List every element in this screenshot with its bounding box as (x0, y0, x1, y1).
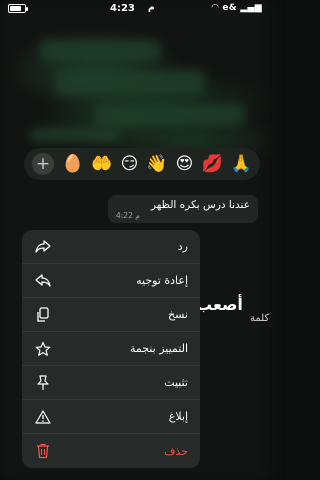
wifi-icon: ◠ (211, 3, 219, 13)
menu-label-report: إبلاغ (168, 410, 188, 423)
menu-item-forward[interactable]: إعادة توجيه (22, 264, 200, 298)
status-period: م (148, 3, 155, 13)
menu-label-star: التمييز بنجمة (129, 342, 188, 355)
menu-label-forward: إعادة توجيه (136, 274, 188, 287)
battery-icon (8, 4, 28, 13)
star-icon (34, 340, 52, 358)
blurred-message (40, 40, 160, 62)
reaction-kiss[interactable]: 💋 (201, 155, 222, 173)
blurred-message (55, 70, 205, 96)
menu-label-pin: تثبيت (164, 376, 188, 389)
menu-item-reply[interactable]: رد (22, 230, 200, 264)
message-bubble: عندنا درس بكره الظهر 4:22 م (108, 195, 258, 223)
menu-item-star[interactable]: التمييز بنجمة (22, 332, 200, 366)
menu-label-reply: رد (177, 240, 188, 253)
menu-item-delete[interactable]: حذف (22, 434, 200, 468)
message-time: 4:22 م (116, 211, 140, 220)
reaction-hands[interactable]: 🤲 (91, 155, 112, 173)
pin-icon (34, 374, 52, 392)
status-time: 4:23 (110, 3, 135, 14)
reaction-bar: + 🥚 🤲 😏 👋 😍 💋 🙏 (24, 148, 260, 180)
reply-icon (34, 238, 52, 256)
menu-label-copy: نسخ (168, 308, 188, 321)
background-side-word: كلمة (250, 313, 270, 324)
forward-icon (34, 272, 52, 290)
menu-label-delete: حذف (164, 444, 188, 458)
blurred-message (30, 128, 120, 142)
status-right: ◠ e& ▂▄▆ (212, 3, 262, 13)
reaction-smirk[interactable]: 😏 (121, 155, 139, 173)
add-reaction-button[interactable]: + (32, 153, 55, 175)
signal-icon: ▂▄▆ (240, 3, 262, 13)
blurred-message (95, 104, 245, 126)
trash-icon (34, 442, 52, 460)
copy-icon (34, 306, 52, 324)
warning-icon (34, 408, 52, 426)
reaction-heart-eyes[interactable]: 😍 (176, 155, 194, 173)
background-word: أصعب (196, 295, 243, 314)
reaction-egg[interactable]: 🥚 (62, 155, 83, 173)
menu-item-report[interactable]: إبلاغ (22, 400, 200, 434)
reaction-wave[interactable]: 👋 (146, 155, 167, 173)
reaction-pray[interactable]: 🙏 (231, 155, 252, 173)
context-menu: رد إعادة توجيه نسخ التمييز بنجمة تثبيت إ… (22, 230, 200, 468)
message-text: عندنا درس بكره الظهر (150, 199, 250, 211)
menu-item-copy[interactable]: نسخ (22, 298, 200, 332)
status-bar: 4:23 م ◠ e& ▂▄▆ (0, 0, 270, 18)
menu-item-pin[interactable]: تثبيت (22, 366, 200, 400)
carrier-label: e& (222, 3, 237, 13)
